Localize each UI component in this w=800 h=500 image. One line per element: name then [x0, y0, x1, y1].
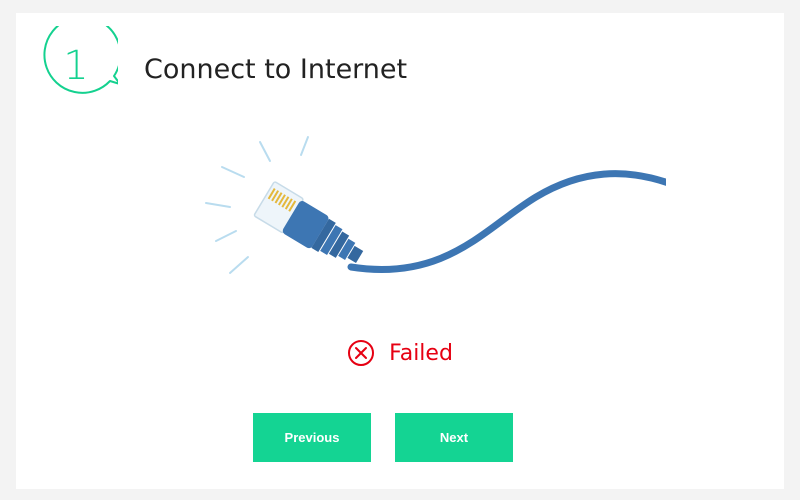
- status-text: Failed: [389, 340, 453, 366]
- ethernet-cable-illustration: [186, 117, 678, 287]
- next-button[interactable]: Next: [395, 413, 513, 462]
- step-badge: 1: [38, 26, 118, 110]
- ethernet-cable-icon: [205, 136, 678, 274]
- connection-status: Failed: [16, 339, 784, 367]
- failed-x-circle-icon: [348, 340, 375, 366]
- previous-button[interactable]: Previous: [253, 413, 371, 462]
- page-title: Connect to Internet: [144, 54, 408, 85]
- wizard-panel: 1 Connect to Internet Failed Previous Ne…: [16, 13, 784, 489]
- step-number: 1: [63, 43, 89, 89]
